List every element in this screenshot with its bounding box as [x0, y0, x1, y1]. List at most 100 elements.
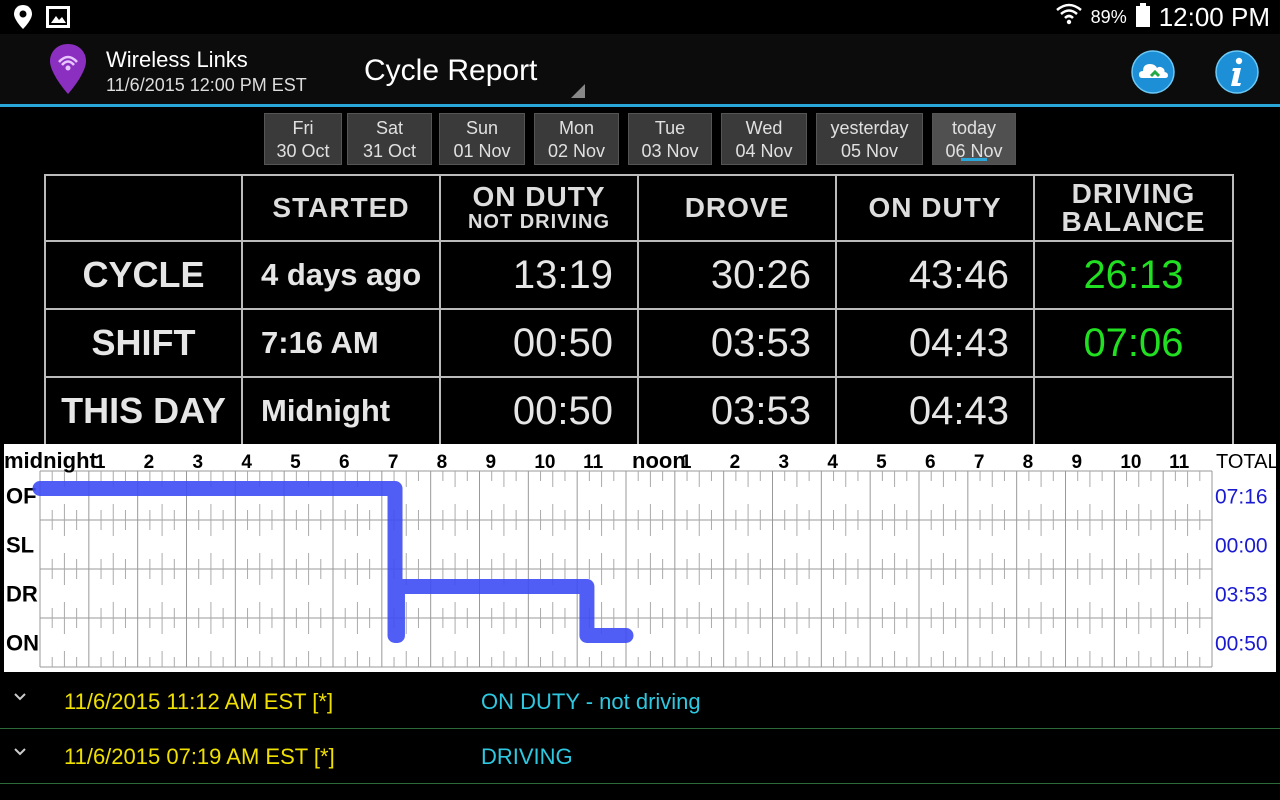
this-day-on-duty: 04:43: [835, 376, 1035, 446]
header-started-label: STARTED: [272, 192, 410, 223]
cycle-drove: 30:26: [637, 240, 837, 310]
event-status: DRIVING: [481, 744, 573, 769]
day-tab[interactable]: Fri 30 Oct: [264, 113, 342, 165]
this-day-on-duty-nd: 00:50: [439, 376, 639, 446]
wifi-icon: [1055, 2, 1083, 33]
day-tab[interactable]: yesterday 05 Nov: [816, 113, 923, 165]
shift-driving-balance: 07:06: [1033, 308, 1234, 378]
gallery-icon: [46, 6, 70, 33]
hour-label: 4: [827, 452, 838, 473]
chevron-down-icon[interactable]: [14, 690, 26, 702]
event-row[interactable]: 11/6/2015 07:19 AM EST [*] DRIVING: [0, 729, 1280, 784]
event-time: 11/6/2015 07:19 AM EST [*]: [64, 744, 335, 769]
shift-on-duty-nd: 00:50: [439, 308, 639, 378]
hour-label: 3: [779, 452, 790, 473]
spinner-dropdown-icon[interactable]: [571, 84, 585, 98]
day-tab-date: 05 Nov: [840, 141, 899, 161]
day-tab-date: 02 Nov: [547, 141, 606, 161]
event-status: ON DUTY - not driving: [481, 689, 701, 714]
hour-label: 10: [534, 452, 555, 473]
header-balance-label: DRIVING: [1071, 178, 1196, 209]
day-tab-date: 01 Nov: [453, 141, 511, 161]
hour-label: 6: [339, 452, 350, 473]
hour-label: 9: [1072, 452, 1083, 473]
status-row-label: DR: [6, 582, 38, 607]
cloud-sync-button[interactable]: [1131, 50, 1175, 99]
cycle-driving-balance: 26:13: [1033, 240, 1234, 310]
status-row-label: OF: [6, 484, 37, 509]
header-drove-label: DROVE: [684, 192, 790, 223]
app-logo-icon[interactable]: [48, 42, 88, 101]
cycle-started: 4 days ago: [241, 240, 441, 310]
hour-label: 11: [1169, 452, 1190, 473]
this-day-started: Midnight: [241, 376, 441, 446]
selected-indicator: [961, 158, 987, 161]
status-row-total: 00:00: [1215, 535, 1268, 558]
day-tab-day: Fri: [292, 118, 314, 138]
hour-label: noon: [632, 448, 686, 473]
hour-label: 5: [876, 452, 887, 473]
day-tab[interactable]: Sun 01 Nov: [439, 113, 525, 165]
row-label-shift: SHIFT: [44, 308, 243, 378]
chevron-down-icon[interactable]: [14, 745, 26, 757]
header-on-duty-label: ON DUTY: [868, 192, 1002, 223]
summary-row-this-day: THIS DAY Midnight 00:50 03:53 04:43: [44, 376, 1234, 446]
hour-label: 7: [388, 452, 399, 473]
hour-label: 7: [974, 452, 985, 473]
day-tab[interactable]: Sat 31 Oct: [347, 113, 432, 165]
shift-started: 7:16 AM: [241, 308, 441, 378]
day-tab[interactable]: Wed 04 Nov: [721, 113, 807, 165]
header-empty-cell: [44, 174, 243, 242]
day-tab[interactable]: today 06 Nov: [932, 113, 1016, 165]
hour-label: 10: [1120, 452, 1141, 473]
hour-label: 4: [241, 452, 252, 473]
duty-log-grid-svg: midnight1 2 3 4 5 6 7 8 9 10 11 noon1 2 3 4 5 6 7 8 9 10 11 TO…: [4, 448, 1276, 668]
hour-label: 8: [1023, 452, 1034, 473]
this-day-drove: 03:53: [637, 376, 837, 446]
day-tab-date: 03 Nov: [641, 141, 699, 161]
status-row-total: 00:50: [1215, 633, 1268, 656]
day-tab-day: Wed: [745, 118, 783, 138]
day-tab[interactable]: Mon 02 Nov: [534, 113, 619, 165]
status-clock: 12:00 PM: [1158, 1, 1270, 32]
event-time: 11/6/2015 11:12 AM EST [*]: [64, 689, 334, 714]
summary-header-row: STARTED ON DUTY NOT DRIVING DROVE ON DUTY…: [44, 174, 1234, 242]
day-tab-day: today: [951, 118, 997, 138]
hour-label: 8: [437, 452, 448, 473]
action-bar: Wireless Links 11/6/2015 12:00 PM EST Cy…: [0, 34, 1280, 107]
hour-label: 2: [730, 452, 741, 473]
cycle-on-duty-nd: 13:19: [439, 240, 639, 310]
shift-on-duty: 04:43: [835, 308, 1035, 378]
header-started: STARTED: [241, 174, 441, 242]
duty-log-grid[interactable]: midnight 1 2 3 4 5 6 7 8 9 10 11 noon 1 2 3 4 5 6 7 8 9 10 11 TO…: [4, 444, 1276, 672]
hour-label: 3: [193, 452, 204, 473]
location-icon: [12, 4, 34, 35]
day-tab-day: Tue: [654, 118, 686, 138]
status-row-total: 03:53: [1215, 584, 1268, 607]
row-label-this-day: THIS DAY: [44, 376, 243, 446]
app-name: Wireless Links: [106, 47, 248, 72]
summary-row-shift: SHIFT 7:16 AM 00:50 03:53 04:43 07:06: [44, 308, 1234, 378]
hour-label: 11: [583, 452, 604, 473]
status-row-total: 07:16: [1215, 486, 1268, 509]
event-row[interactable]: 11/6/2015 11:12 AM EST [*] ON DUTY - not…: [0, 674, 1280, 729]
day-tab[interactable]: Tue 03 Nov: [628, 113, 712, 165]
day-tab-date: 31 Oct: [362, 141, 417, 161]
header-on-duty-nd-label: ON DUTY: [472, 181, 606, 212]
info-button[interactable]: [1215, 50, 1259, 99]
shift-drove: 03:53: [637, 308, 837, 378]
app-datetime: 11/6/2015 12:00 PM EST: [106, 75, 307, 95]
hour-label: midnight: [4, 448, 98, 473]
header-drove: DROVE: [637, 174, 837, 242]
day-tab-date: 30 Oct: [276, 141, 330, 161]
this-day-driving-balance: [1033, 376, 1234, 446]
row-label-cycle: CYCLE: [44, 240, 243, 310]
day-tab-bar: Fri 30 Oct Sat 31 Oct Sun 01 Nov Mon 02 Nov Tue 0…: [0, 113, 1280, 167]
hour-label: 1: [95, 452, 106, 473]
hour-label: 6: [925, 452, 936, 473]
day-tab-day: yesterday: [830, 118, 909, 138]
screen-title-spinner[interactable]: Cycle Report: [364, 54, 537, 88]
total-header-label: TOTAL: [1216, 451, 1276, 473]
summary-row-cycle: CYCLE 4 days ago 13:19 30:26 43:46 26:13: [44, 240, 1234, 310]
status-row-label: ON: [6, 631, 39, 656]
